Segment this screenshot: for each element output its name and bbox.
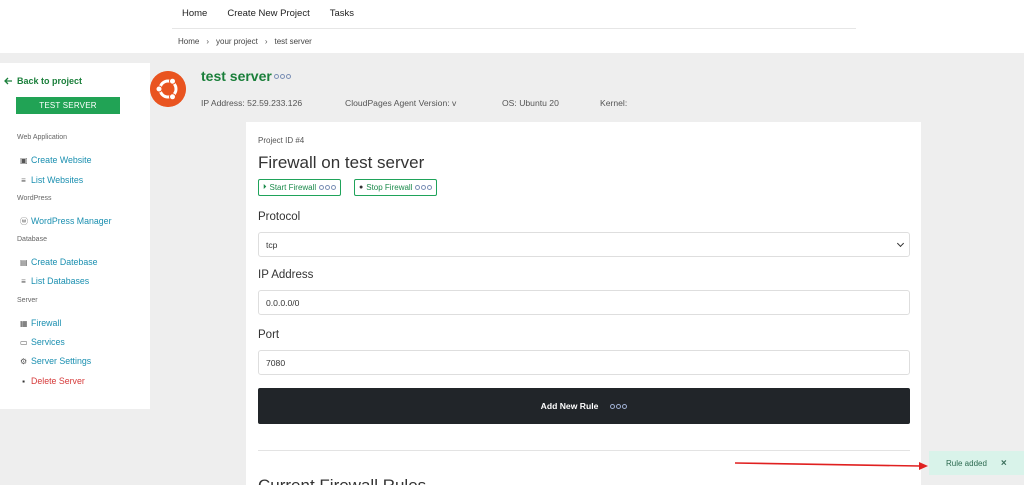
port-value: 7080 bbox=[266, 357, 286, 368]
toast-notification: Rule added × bbox=[929, 451, 1024, 475]
protocol-label: Protocol bbox=[258, 211, 301, 223]
back-to-project-link[interactable]: Back to project bbox=[4, 76, 82, 86]
back-to-project-label: Back to project bbox=[17, 76, 83, 86]
nav-home[interactable]: Home bbox=[182, 8, 207, 19]
database-icon: ▤ bbox=[20, 257, 28, 267]
add-new-rule-button[interactable]: Add New Rule bbox=[258, 388, 910, 424]
stop-firewall-button[interactable]: ● Stop Firewall bbox=[354, 179, 438, 196]
annotation-arrow bbox=[734, 462, 928, 470]
section-web-application: Web Application bbox=[17, 134, 68, 141]
server-name-button[interactable]: TEST SERVER bbox=[16, 97, 120, 114]
breadcrumb-project[interactable]: your project bbox=[216, 37, 258, 46]
page-title: Firewall on test server bbox=[258, 153, 425, 172]
protocol-select[interactable]: tcp bbox=[258, 232, 910, 257]
firewall-icon: ▦ bbox=[20, 318, 28, 328]
sidebar-item-delete-server[interactable]: ▪ Delete Server bbox=[20, 376, 85, 386]
loading-dots-icon bbox=[610, 403, 628, 409]
sidebar-item-label: Create Datebase bbox=[31, 257, 98, 267]
sidebar-item-label: Create Website bbox=[31, 155, 92, 165]
sidebar-item-label: List Websites bbox=[31, 175, 84, 185]
sidebar-item-label: Firewall bbox=[31, 318, 62, 328]
breadcrumb-separator: › bbox=[206, 37, 210, 46]
breadcrumb: Home › your project › test server bbox=[178, 37, 312, 46]
arrow-left-icon bbox=[4, 77, 12, 85]
port-label: Port bbox=[258, 329, 280, 341]
sidebar-item-label: Services bbox=[31, 337, 65, 347]
services-icon: ▭ bbox=[20, 337, 28, 347]
ubuntu-logo-icon bbox=[150, 71, 186, 107]
close-icon[interactable]: × bbox=[1001, 458, 1007, 469]
window-icon: ▣ bbox=[20, 155, 28, 165]
wordpress-icon: ⓦ bbox=[20, 216, 28, 226]
ip-address-input[interactable]: 0.0.0.0/0 bbox=[258, 290, 910, 315]
add-new-rule-label: Add New Rule bbox=[540, 401, 599, 411]
breadcrumb-current: test server bbox=[274, 37, 312, 46]
top-bar: Home Create New Project Tasks Home › you… bbox=[0, 0, 1024, 53]
start-firewall-button[interactable]: ⏵ Start Firewall bbox=[258, 179, 342, 196]
sidebar-item-label: List Databases bbox=[31, 276, 90, 286]
chevron-down-icon bbox=[896, 239, 905, 248]
section-database: Database bbox=[17, 236, 47, 243]
agent-version: CloudPages Agent Version: v bbox=[345, 98, 457, 108]
trash-icon: ▪ bbox=[22, 376, 25, 386]
section-wordpress: WordPress bbox=[17, 195, 52, 202]
sidebar-item-create-website[interactable]: ▣ Create Website bbox=[20, 155, 91, 165]
sidebar-item-label: WordPress Manager bbox=[31, 216, 112, 226]
divider bbox=[258, 450, 910, 451]
sidebar-item-label: Server Settings bbox=[31, 356, 92, 366]
list-icon: ≡ bbox=[21, 276, 26, 286]
sidebar-item-label: Delete Server bbox=[31, 376, 85, 386]
sidebar-item-list-databases[interactable]: ≡ List Databases bbox=[20, 276, 89, 286]
server-os: OS: Ubuntu 20 bbox=[502, 98, 559, 108]
nav-create-project[interactable]: Create New Project bbox=[227, 8, 309, 19]
top-nav: Home Create New Project Tasks bbox=[182, 8, 354, 19]
sidebar-item-server-settings[interactable]: ⚙ Server Settings bbox=[20, 356, 91, 366]
server-title: test server bbox=[201, 68, 291, 84]
ip-address-value: 0.0.0.0/0 bbox=[266, 297, 300, 308]
nav-divider bbox=[172, 28, 856, 29]
server-kernel: Kernel: bbox=[600, 98, 628, 108]
breadcrumb-home[interactable]: Home bbox=[178, 37, 199, 46]
sidebar-item-wordpress-manager[interactable]: ⓦ WordPress Manager bbox=[20, 216, 112, 226]
project-id: Project ID #4 bbox=[258, 136, 305, 145]
sidebar-item-services[interactable]: ▭ Services bbox=[20, 337, 65, 347]
stop-icon: ● bbox=[359, 184, 364, 191]
gear-icon: ⚙ bbox=[20, 356, 28, 366]
toast-message: Rule added bbox=[946, 458, 987, 468]
ip-address-label: IP Address bbox=[258, 269, 314, 281]
section-server: Server bbox=[17, 297, 38, 304]
nav-tasks[interactable]: Tasks bbox=[330, 8, 354, 19]
breadcrumb-separator: › bbox=[264, 37, 268, 46]
loading-dots-icon bbox=[319, 185, 337, 190]
play-icon: ⏵ bbox=[263, 183, 267, 191]
sidebar-item-list-websites[interactable]: ≡ List Websites bbox=[20, 175, 83, 185]
sidebar-item-create-database[interactable]: ▤ Create Datebase bbox=[20, 257, 98, 267]
server-ip: IP Address: 52.59.233.126 bbox=[201, 98, 303, 108]
server-name: test server bbox=[201, 68, 272, 84]
firewall-card: Project ID #4 Firewall on test server ⏵ … bbox=[246, 122, 921, 485]
stop-firewall-label: Stop Firewall bbox=[366, 183, 413, 192]
sidebar: Back to project TEST SERVER Web Applicat… bbox=[0, 63, 150, 409]
protocol-value: tcp bbox=[266, 239, 278, 250]
port-input[interactable]: 7080 bbox=[258, 350, 910, 375]
loading-dots-icon bbox=[273, 73, 291, 79]
sidebar-item-firewall[interactable]: ▦ Firewall bbox=[20, 318, 61, 328]
start-firewall-label: Start Firewall bbox=[269, 183, 317, 192]
current-rules-heading: Current Firewall Rules bbox=[258, 476, 426, 485]
list-icon: ≡ bbox=[21, 175, 26, 185]
loading-dots-icon bbox=[415, 185, 433, 190]
